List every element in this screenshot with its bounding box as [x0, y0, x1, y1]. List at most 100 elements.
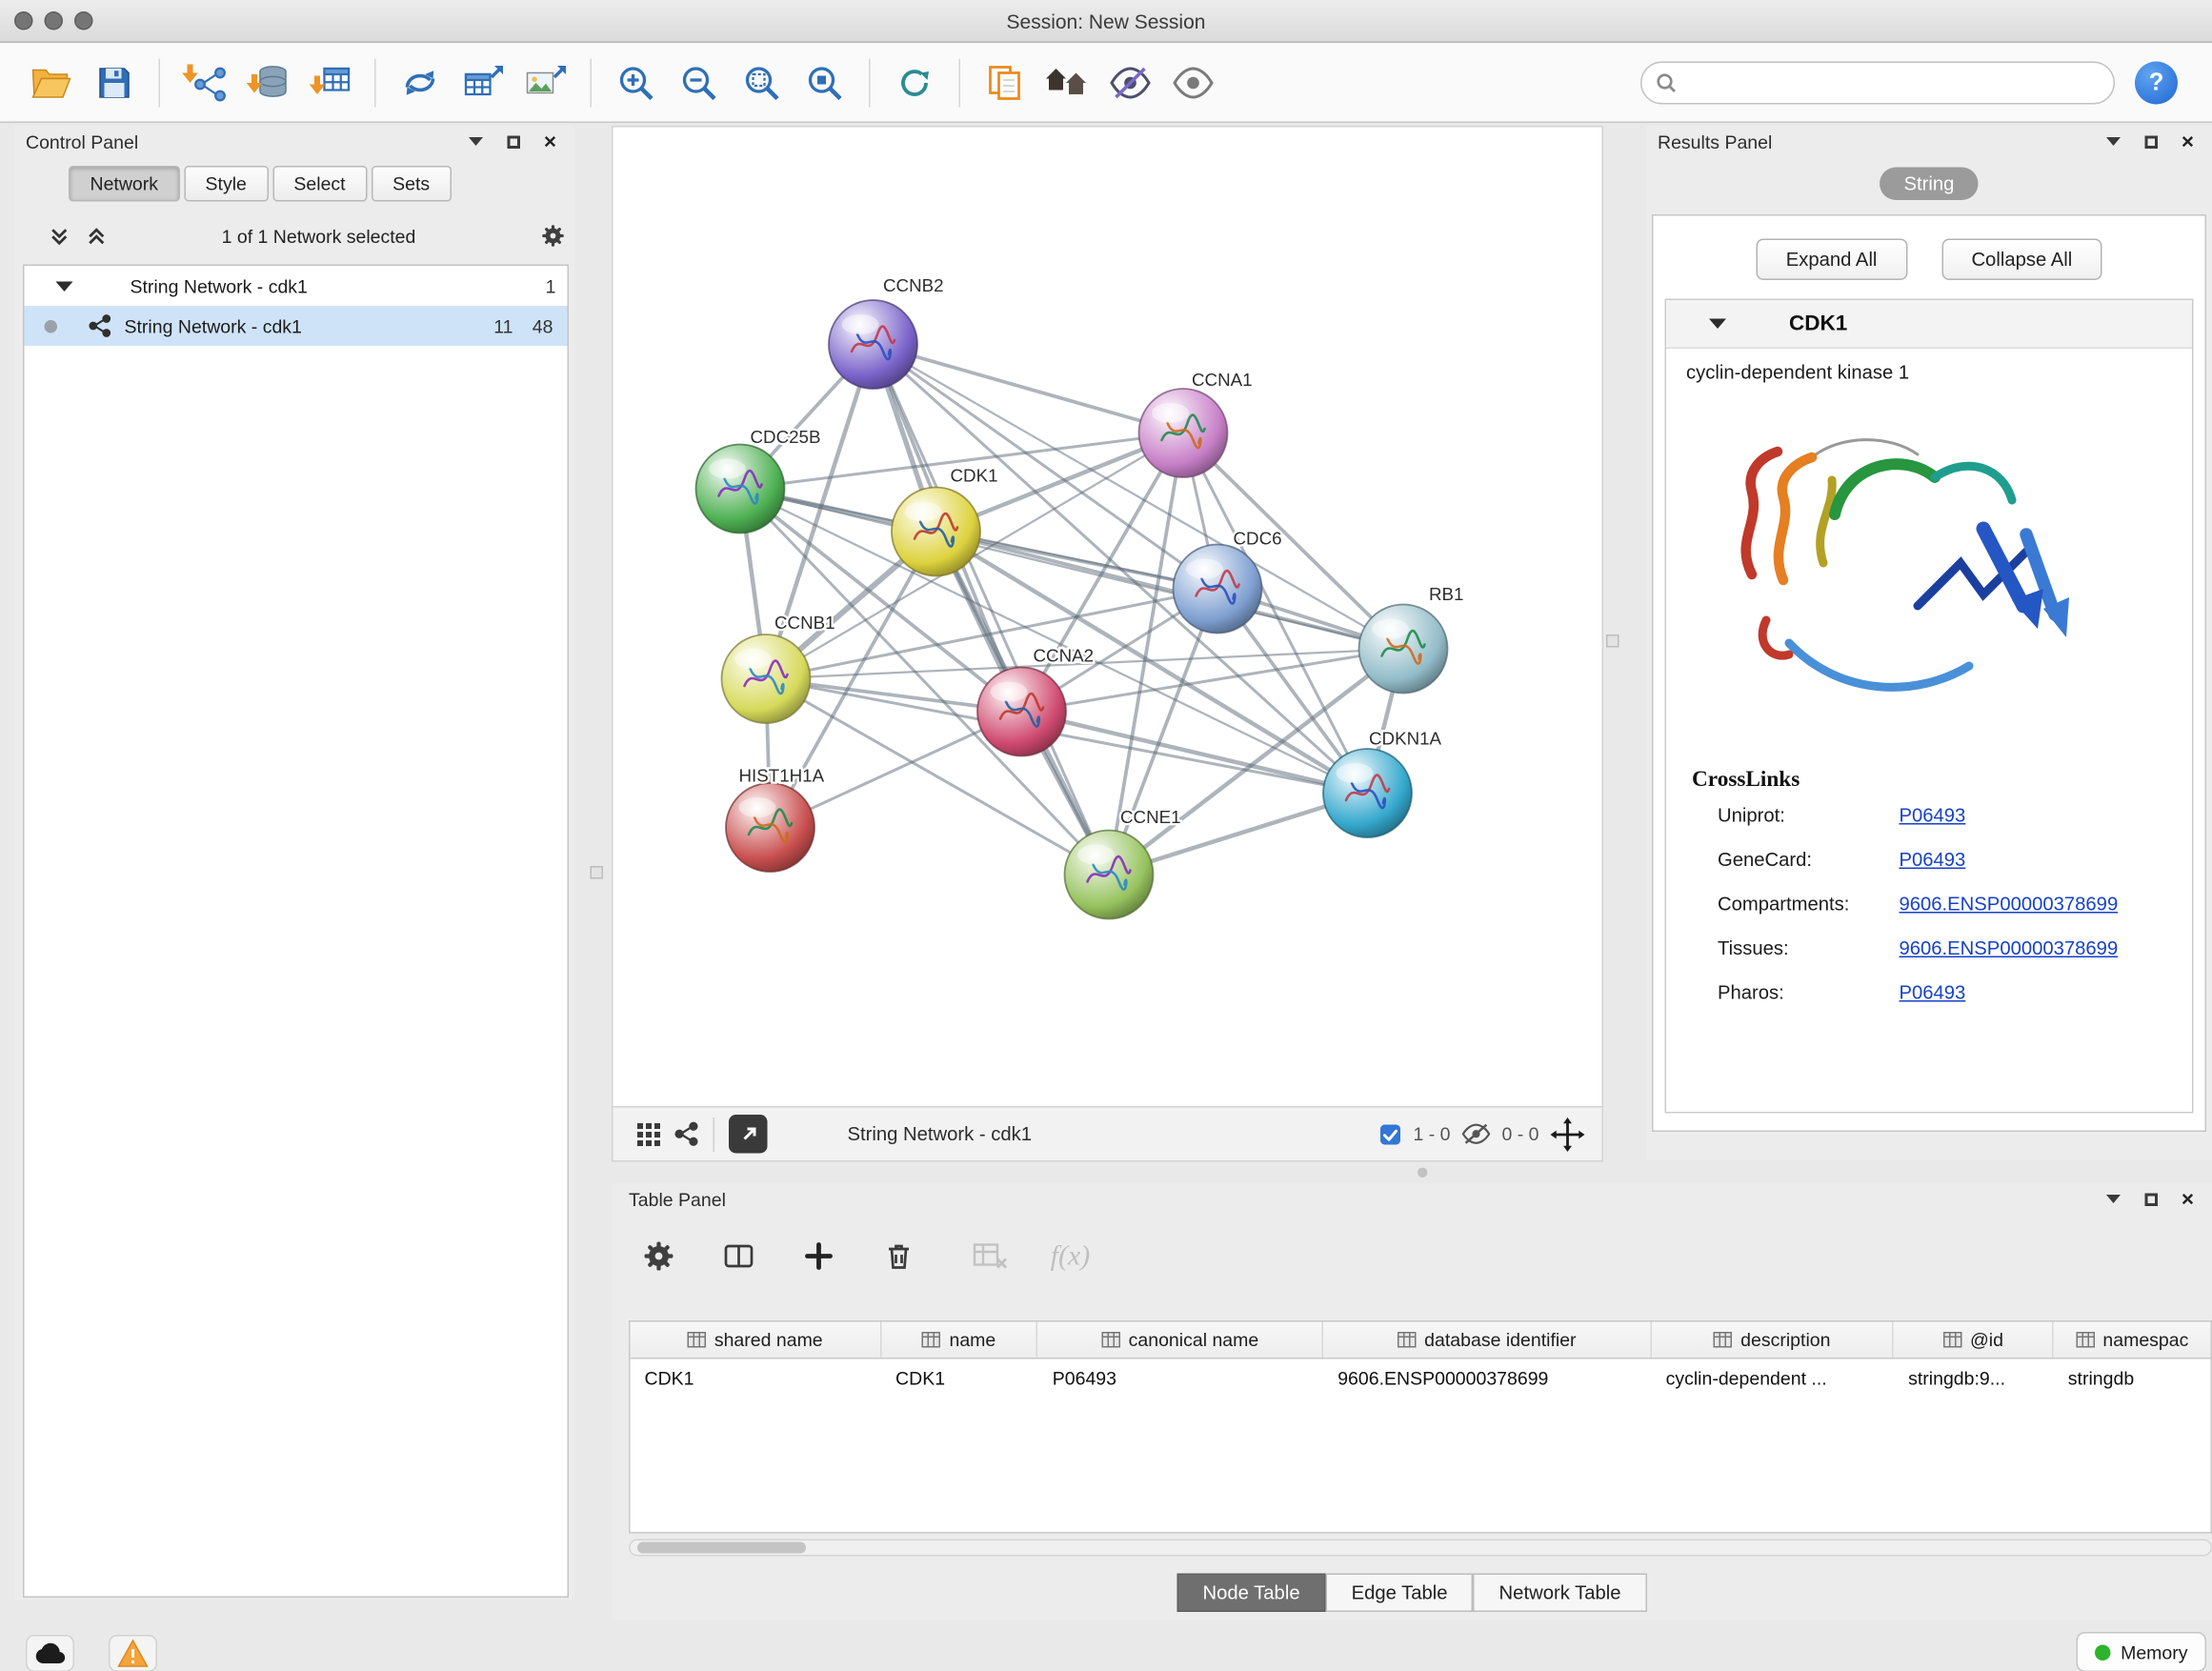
collapse-arrow-icon[interactable]	[56, 281, 73, 292]
network-collection-row[interactable]: String Network - cdk1 1	[25, 266, 568, 306]
refresh-button[interactable]	[883, 50, 946, 113]
network-options-button[interactable]	[540, 225, 566, 248]
network-graph[interactable]: CCNB2CCNA1CDC25BCDK1CDC6RB1CCNB1CCNA2CDK…	[613, 128, 1605, 1110]
expand-all-button[interactable]	[83, 225, 109, 248]
import-network-database-button[interactable]	[236, 50, 299, 113]
horizontal-splitter-handle[interactable]	[1418, 1168, 1428, 1178]
column-header-shared-name[interactable]: shared name	[631, 1322, 882, 1359]
tab-sets[interactable]: Sets	[372, 166, 452, 202]
table-row[interactable]: CDK1 CDK1 P06493 9606.ENSP00000378699 cy…	[631, 1359, 2211, 1397]
show-columns-button[interactable]	[714, 1232, 763, 1280]
tab-network-table[interactable]: Network Table	[1474, 1574, 1647, 1613]
crosslink-tissues-link[interactable]: 9606.ENSP00000378699	[1900, 937, 2119, 959]
open-session-button[interactable]	[20, 50, 83, 113]
delete-column-button[interactable]	[875, 1232, 923, 1280]
memory-button[interactable]: Memory	[2077, 1632, 2206, 1671]
show-all-button[interactable]	[1162, 50, 1225, 113]
tab-select[interactable]: Select	[272, 166, 367, 202]
table-options-button[interactable]	[634, 1232, 683, 1280]
panel-menu-button[interactable]	[463, 131, 489, 153]
cell-namespace[interactable]: stringdb	[2054, 1367, 2211, 1389]
scrollbar-thumb[interactable]	[637, 1542, 806, 1554]
panel-close-button[interactable]: ×	[2175, 131, 2201, 153]
tab-network[interactable]: Network	[69, 166, 180, 202]
column-header-canonical-name[interactable]: canonical name	[1038, 1322, 1323, 1359]
application-window: Session: New Session	[0, 0, 2212, 1671]
detach-view-button[interactable]	[729, 1115, 768, 1154]
network-node-RB1[interactable]	[1359, 605, 1448, 694]
crosslink-uniprot-link[interactable]: P06493	[1900, 805, 1966, 827]
column-header-name[interactable]: name	[881, 1322, 1038, 1359]
import-network-file-button[interactable]	[173, 50, 236, 113]
copy-button[interactable]	[974, 50, 1036, 113]
cell-description[interactable]: cyclin-dependent ...	[1652, 1367, 1895, 1389]
birdseye-view-button[interactable]	[636, 1122, 662, 1145]
network-node-CCNB1[interactable]	[722, 634, 811, 723]
vertical-splitter-handle[interactable]	[1606, 634, 1619, 648]
collapse-all-button[interactable]: Collapse All	[1941, 239, 2102, 281]
network-node-CCNA2[interactable]	[977, 668, 1066, 756]
collapse-arrow-icon[interactable]	[1709, 319, 1726, 330]
expand-all-button[interactable]: Expand All	[1756, 239, 1907, 281]
crosslink-label: GeneCard:	[1718, 849, 1900, 871]
cell-name[interactable]: CDK1	[881, 1367, 1038, 1389]
function-builder-button[interactable]: f(x)	[1046, 1232, 1095, 1280]
warnings-button[interactable]	[109, 1635, 157, 1671]
results-tab-string[interactable]: String	[1880, 168, 1979, 201]
network-node-CCNB2[interactable]	[829, 300, 917, 389]
panel-menu-button[interactable]	[2101, 1188, 2126, 1211]
table-horizontal-scrollbar[interactable]	[629, 1540, 2212, 1557]
panel-float-button[interactable]	[500, 131, 526, 153]
network-node-CDC25B[interactable]	[696, 445, 785, 534]
column-header-namespace[interactable]: namespac	[2054, 1322, 2211, 1359]
tab-style[interactable]: Style	[184, 166, 268, 202]
network-overview-button[interactable]	[674, 1122, 699, 1145]
help-button[interactable]: ?	[2135, 61, 2178, 104]
crosslink-pharos-link[interactable]: P06493	[1900, 982, 1966, 1004]
panel-menu-button[interactable]	[2101, 131, 2126, 153]
crosslink-compartments-link[interactable]: 9606.ENSP00000378699	[1900, 894, 2119, 916]
delete-table-button[interactable]	[966, 1232, 1015, 1280]
cell-canonical-name[interactable]: P06493	[1038, 1367, 1323, 1389]
crosslink-genecard-link[interactable]: P06493	[1900, 849, 1966, 871]
column-header-id[interactable]: @id	[1894, 1322, 2054, 1359]
network-node-CDC6[interactable]	[1174, 545, 1262, 634]
hide-unhide-button[interactable]	[1099, 50, 1162, 113]
collapse-all-button[interactable]	[46, 225, 71, 248]
zoom-out-button[interactable]	[668, 50, 731, 113]
panel-close-button[interactable]: ×	[2175, 1188, 2201, 1211]
panel-float-button[interactable]	[2138, 131, 2163, 153]
import-table-button[interactable]	[299, 50, 362, 113]
panel-float-button[interactable]	[2138, 1188, 2163, 1211]
panel-close-button[interactable]: ×	[537, 131, 563, 153]
save-session-button[interactable]	[83, 50, 146, 113]
create-column-button[interactable]	[794, 1232, 843, 1280]
search-input[interactable]	[1685, 71, 2100, 93]
pan-crosshair-icon[interactable]	[1551, 1117, 1585, 1151]
cell-id[interactable]: stringdb:9...	[1894, 1367, 2054, 1389]
cell-shared-name[interactable]: CDK1	[631, 1367, 882, 1389]
cell-database-identifier[interactable]: 9606.ENSP00000378699	[1323, 1367, 1651, 1389]
zoom-selected-button[interactable]	[794, 50, 856, 113]
vertical-splitter-handle[interactable]	[591, 866, 604, 879]
tab-node-table[interactable]: Node Table	[1176, 1574, 1325, 1613]
export-table-button[interactable]	[452, 50, 514, 113]
export-image-button[interactable]	[514, 50, 577, 113]
column-header-description[interactable]: description	[1652, 1322, 1895, 1359]
cloud-status-button[interactable]	[26, 1635, 74, 1671]
network-node-CCNE1[interactable]	[1065, 831, 1154, 919]
protein-card-header[interactable]: CDK1	[1666, 300, 2192, 349]
tab-edge-table[interactable]: Edge Table	[1326, 1574, 1474, 1613]
network-selection-summary: 1 of 1 Network selected	[109, 225, 529, 247]
column-header-database-identifier[interactable]: database identifier	[1323, 1322, 1651, 1359]
zoom-fit-button[interactable]	[731, 50, 794, 113]
network-view[interactable]: CCNB2CCNA1CDC25BCDK1CDC6RB1CCNB1CCNA2CDK…	[612, 126, 1603, 1108]
home-button[interactable]	[1036, 50, 1099, 113]
zoom-in-button[interactable]	[605, 50, 668, 113]
network-node-CDKN1A[interactable]	[1323, 749, 1412, 837]
network-row-selected[interactable]: String Network - cdk1 11 48	[25, 306, 568, 346]
new-network-from-selection-button[interactable]	[389, 50, 452, 113]
network-node-HIST1H1A[interactable]	[726, 783, 814, 872]
network-node-CDK1[interactable]	[892, 488, 980, 576]
network-node-CCNA1[interactable]	[1139, 389, 1228, 477]
